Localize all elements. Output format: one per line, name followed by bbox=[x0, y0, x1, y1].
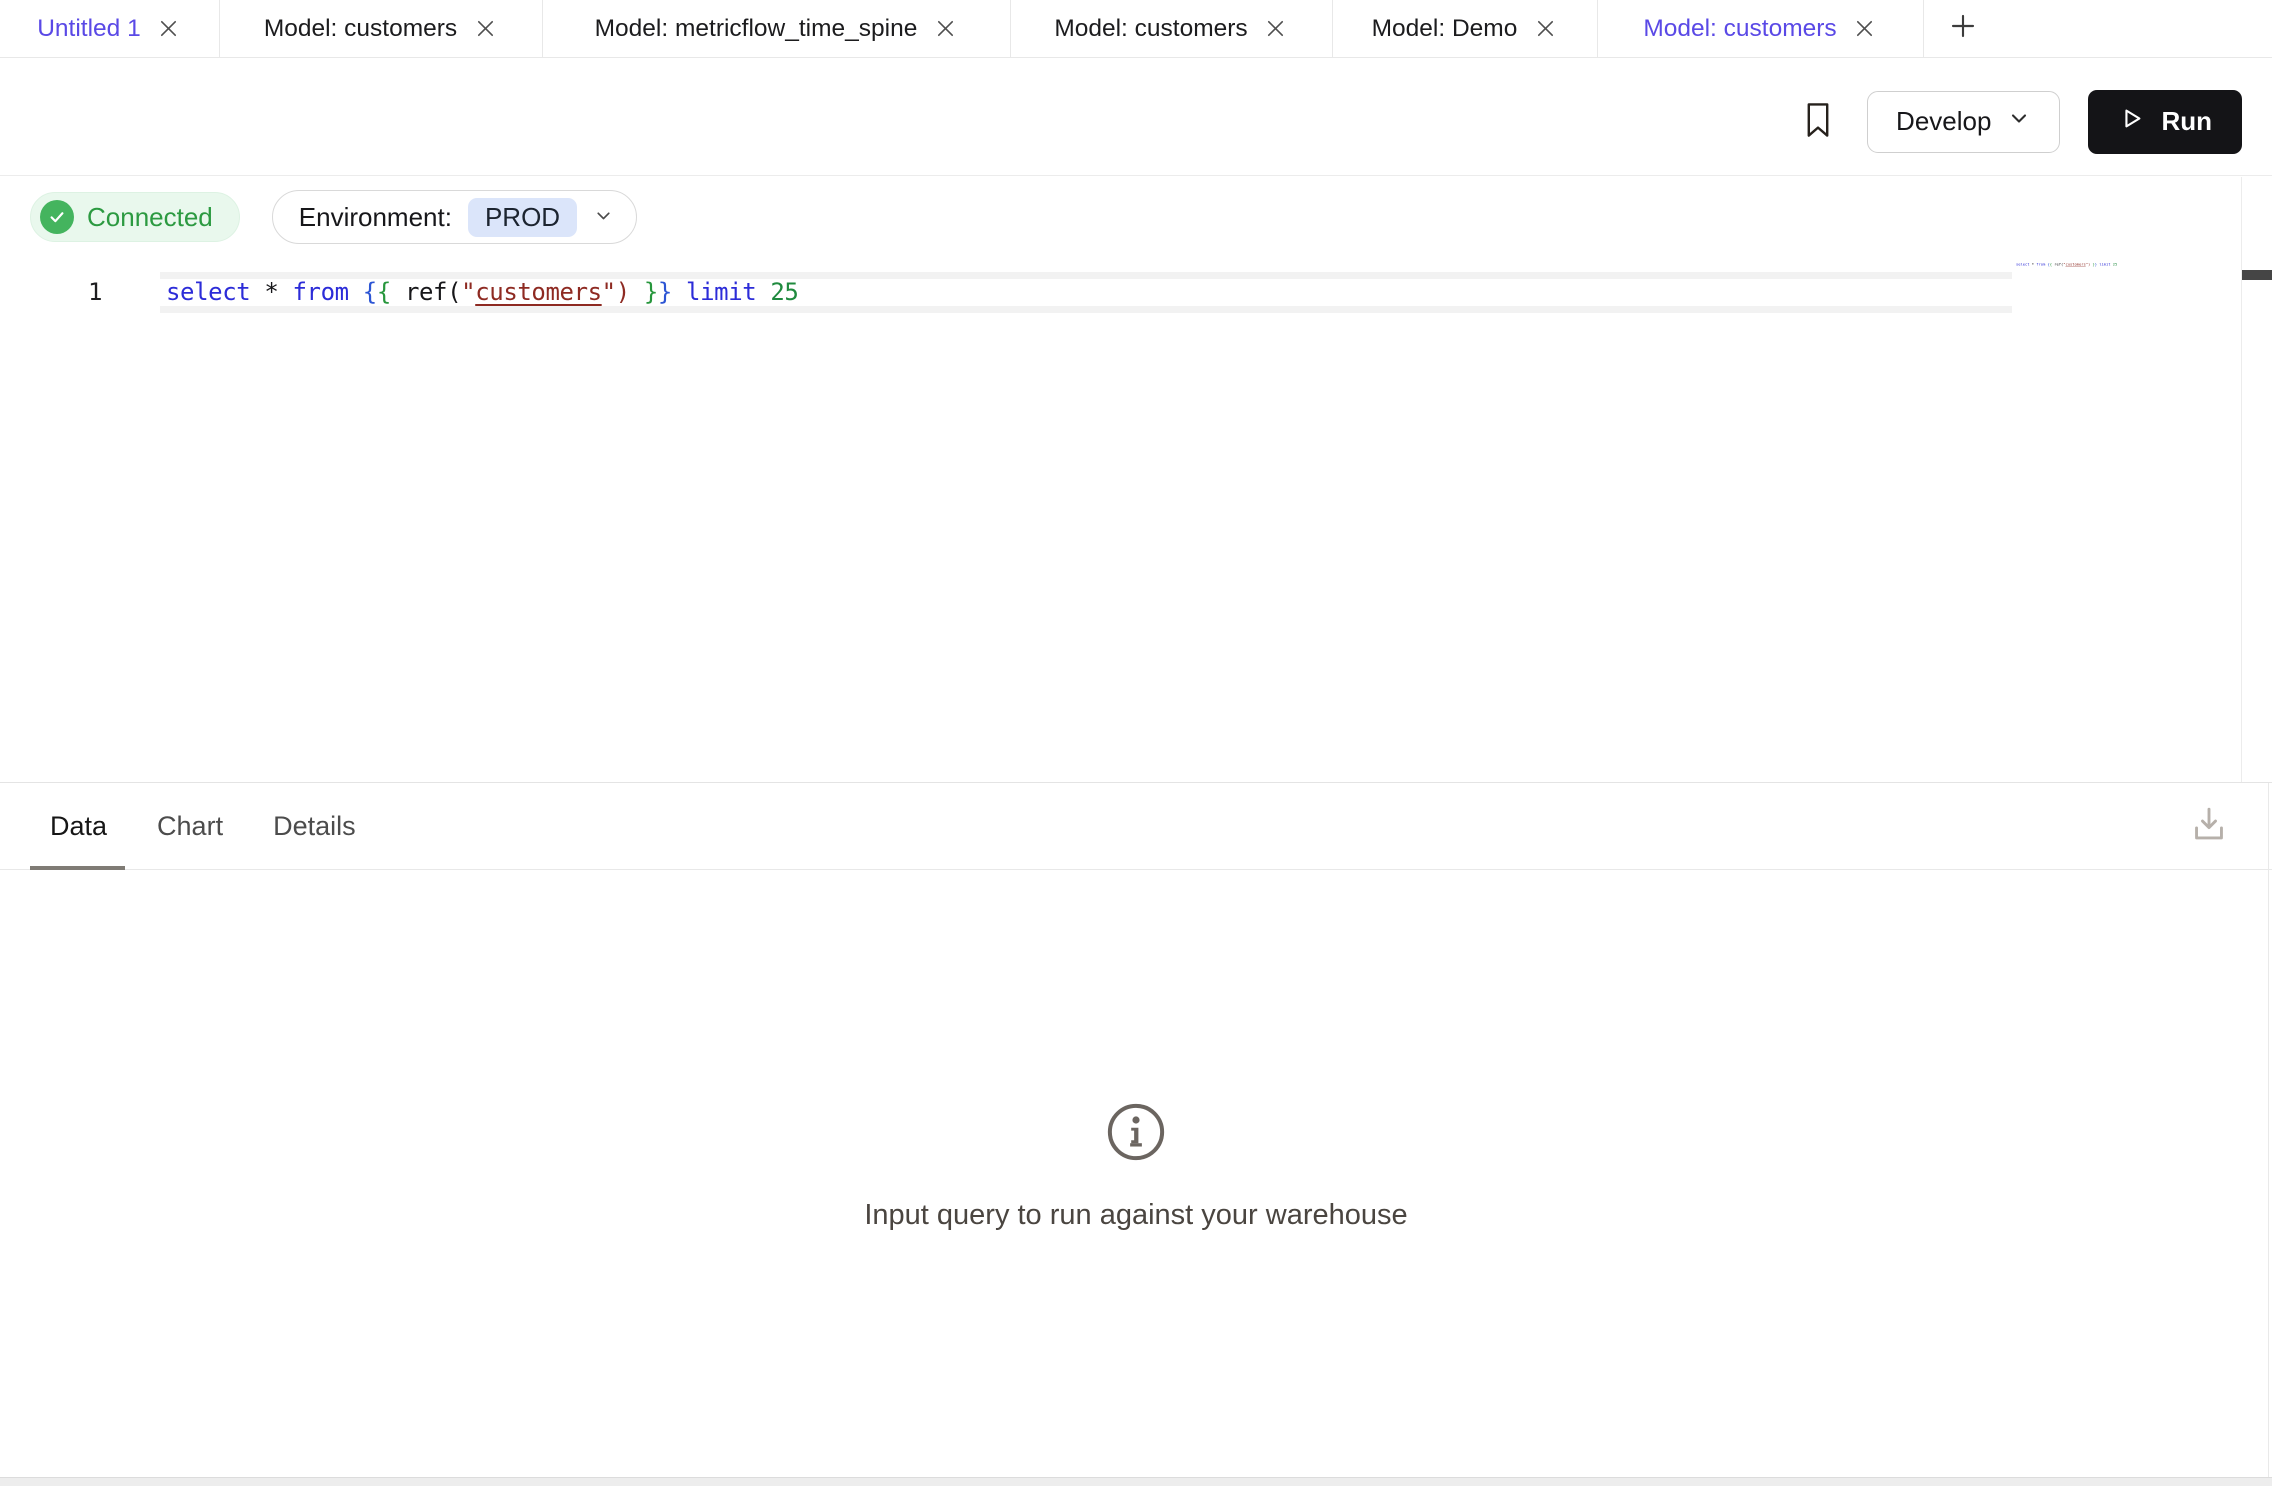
code-token: { bbox=[363, 278, 377, 306]
close-icon[interactable] bbox=[1532, 16, 1558, 42]
tab-label: Model: Demo bbox=[1372, 15, 1518, 43]
code-token: ) bbox=[616, 278, 630, 306]
results-tab-label: Chart bbox=[157, 811, 223, 842]
code-token: select bbox=[166, 278, 250, 306]
bookmark-button[interactable] bbox=[1797, 96, 1839, 147]
tab-model-customers-3[interactable]: Model: customers bbox=[1598, 0, 1924, 57]
code-token: ref bbox=[405, 278, 447, 306]
code-token: } bbox=[658, 278, 672, 306]
tab-untitled-1[interactable]: Untitled 1 bbox=[0, 0, 220, 57]
environment-value-pill: PROD bbox=[468, 198, 577, 237]
results-tab-bar: Data Chart Details bbox=[0, 783, 2272, 870]
code-token bbox=[672, 278, 686, 306]
code-token: ( bbox=[447, 278, 461, 306]
results-empty-state: Input query to run against your warehous… bbox=[0, 871, 2272, 1460]
environment-label: Environment: bbox=[299, 202, 452, 233]
code-token bbox=[250, 278, 264, 306]
code-token: { bbox=[377, 278, 391, 306]
close-icon[interactable] bbox=[156, 16, 182, 42]
tab-label: Untitled 1 bbox=[37, 15, 141, 43]
download-results-button[interactable] bbox=[2182, 798, 2236, 855]
code-token bbox=[756, 278, 770, 306]
chevron-down-icon bbox=[593, 202, 614, 233]
code-token bbox=[391, 278, 405, 306]
code-token bbox=[349, 278, 363, 306]
tab-label: Model: customers bbox=[264, 15, 457, 43]
tab-label: Model: customers bbox=[1054, 15, 1247, 43]
new-tab-button[interactable] bbox=[1924, 0, 2002, 57]
editor-scrollbar-thumb[interactable] bbox=[2242, 270, 2272, 280]
code-token bbox=[630, 278, 644, 306]
active-code-line[interactable]: select * from {{ ref("customers") }} lim… bbox=[160, 272, 2012, 313]
tab-model-customers-2[interactable]: Model: customers bbox=[1011, 0, 1333, 57]
close-icon[interactable] bbox=[1263, 16, 1289, 42]
tab-label: Model: customers bbox=[1643, 15, 1836, 43]
editor-toolbar: Develop Run bbox=[0, 58, 2272, 176]
results-tab-label: Details bbox=[273, 811, 356, 842]
sql-editor[interactable]: Connected Environment: PROD 1 select * f… bbox=[0, 177, 2272, 782]
code-token bbox=[278, 278, 292, 306]
develop-button-label: Develop bbox=[1896, 106, 1991, 137]
tab-model-demo[interactable]: Model: Demo bbox=[1333, 0, 1598, 57]
tab-label: Model: metricflow_time_spine bbox=[595, 15, 918, 43]
editor-status-row: Connected Environment: PROD bbox=[30, 190, 637, 244]
connection-status-label: Connected bbox=[87, 202, 213, 233]
editor-minimap: select * from {{ ref("customers") }} lim… bbox=[2016, 262, 2126, 276]
code-token: " bbox=[602, 278, 616, 306]
code-token: from bbox=[292, 278, 348, 306]
results-panel: Data Chart Details bbox=[0, 782, 2272, 1486]
check-icon bbox=[40, 200, 74, 234]
code-text: select * from {{ ref("customers") }} lim… bbox=[166, 279, 798, 306]
close-icon[interactable] bbox=[932, 16, 958, 42]
environment-selector[interactable]: Environment: PROD bbox=[272, 190, 637, 244]
connection-status-badge: Connected bbox=[30, 192, 240, 242]
line-number: 1 bbox=[88, 272, 118, 313]
run-button-label: Run bbox=[2161, 106, 2212, 137]
run-button[interactable]: Run bbox=[2088, 90, 2242, 154]
bookmark-icon bbox=[1801, 100, 1835, 143]
code-token: limit bbox=[686, 278, 756, 306]
develop-dropdown-button[interactable]: Develop bbox=[1867, 91, 2060, 153]
code-token: " bbox=[461, 278, 475, 306]
code-token: 25 bbox=[770, 278, 798, 306]
chevron-down-icon bbox=[2007, 106, 2031, 137]
code-token: customers bbox=[475, 278, 601, 306]
code-token: } bbox=[644, 278, 658, 306]
plus-icon bbox=[1947, 10, 1979, 47]
tab-chart[interactable]: Chart bbox=[155, 783, 225, 869]
empty-state-message: Input query to run against your warehous… bbox=[864, 1199, 1407, 1232]
bottom-scrollbar-strip bbox=[0, 1477, 2272, 1486]
code-token: * bbox=[264, 278, 278, 306]
editor-scrollbar-track bbox=[2241, 177, 2242, 782]
info-icon bbox=[1104, 1100, 1168, 1169]
download-icon bbox=[2186, 836, 2232, 851]
results-scrollbar-track bbox=[2268, 783, 2269, 1478]
close-icon[interactable] bbox=[1852, 16, 1878, 42]
tab-details[interactable]: Details bbox=[271, 783, 358, 869]
tab-model-metricflow-time-spine[interactable]: Model: metricflow_time_spine bbox=[543, 0, 1011, 57]
results-tab-label: Data bbox=[50, 811, 107, 842]
close-icon[interactable] bbox=[472, 16, 498, 42]
tab-data[interactable]: Data bbox=[48, 783, 109, 869]
ide-window: Untitled 1 Model: customers Model: metri… bbox=[0, 0, 2272, 1486]
editor-tab-bar: Untitled 1 Model: customers Model: metri… bbox=[0, 0, 2272, 58]
tab-model-customers-1[interactable]: Model: customers bbox=[220, 0, 543, 57]
play-icon bbox=[2118, 105, 2145, 139]
